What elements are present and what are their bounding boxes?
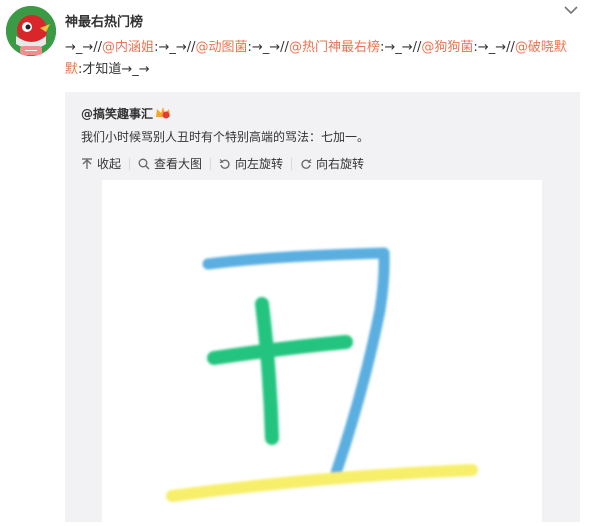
- original-text: 我们小时候骂别人丑时有个特别高端的骂法：七加一。: [81, 130, 370, 144]
- divider: [129, 157, 131, 170]
- collapse-icon: [82, 157, 92, 169]
- user-name[interactable]: 神最右热门榜: [65, 11, 143, 30]
- post-text-segment: :→_→//: [154, 40, 196, 55]
- drawing-image: [166, 247, 478, 502]
- green-horizontal-stroke: [207, 335, 353, 365]
- yellow-stroke: [166, 464, 478, 502]
- post-image[interactable]: [102, 180, 542, 522]
- mention-link[interactable]: @动图菌: [196, 40, 248, 55]
- rotate-right-button[interactable]: 向右旋转: [300, 155, 364, 172]
- original-author[interactable]: @搞笑趣事汇: [81, 105, 153, 122]
- post-text-segment: →_→//: [65, 40, 103, 55]
- view-large-button[interactable]: 查看大图: [138, 155, 202, 172]
- post-text-segment: :→_→//: [473, 40, 515, 55]
- mention-link[interactable]: @热门神最右榜: [289, 40, 380, 55]
- collapse-label: 收起: [97, 157, 122, 171]
- post-text-segment: :才知道→_→: [78, 62, 150, 77]
- collapse-button[interactable]: 收起: [81, 155, 121, 172]
- divider: [291, 157, 293, 170]
- image-toolbar: 收起 查看大图 向左旋转 向右旋转: [81, 155, 364, 172]
- mention-link[interactable]: @内涵姐: [102, 40, 154, 55]
- post-text-segment: :→_→//: [247, 40, 289, 55]
- post-text: →_→//@内涵姐:→_→//@动图菌:→_→//@热门神最右榜:→_→//@狗…: [65, 37, 580, 81]
- rotate-left-button[interactable]: 向左旋转: [219, 155, 283, 172]
- mention-link[interactable]: @狗狗菌: [421, 40, 473, 55]
- rotate-right-label: 向右旋转: [316, 157, 365, 171]
- rotate-right-icon: [301, 158, 312, 169]
- divider: [210, 157, 212, 170]
- vip-crown-icon: [156, 107, 170, 119]
- blue-stroke: [202, 247, 390, 479]
- green-vertical-stroke: [255, 297, 279, 445]
- repost-card: @搞笑趣事汇 我们小时候骂别人丑时有个特别高端的骂法：七加一。 收起 查看大图: [65, 92, 580, 522]
- rotate-left-icon: [219, 158, 230, 169]
- member-badge: [20, 46, 42, 55]
- view-large-label: 查看大图: [154, 157, 203, 171]
- rotate-left-label: 向左旋转: [235, 157, 284, 171]
- post-text-segment: :→_→//: [379, 40, 422, 55]
- search-icon: [138, 158, 150, 169]
- chevron-down-icon[interactable]: [563, 4, 579, 16]
